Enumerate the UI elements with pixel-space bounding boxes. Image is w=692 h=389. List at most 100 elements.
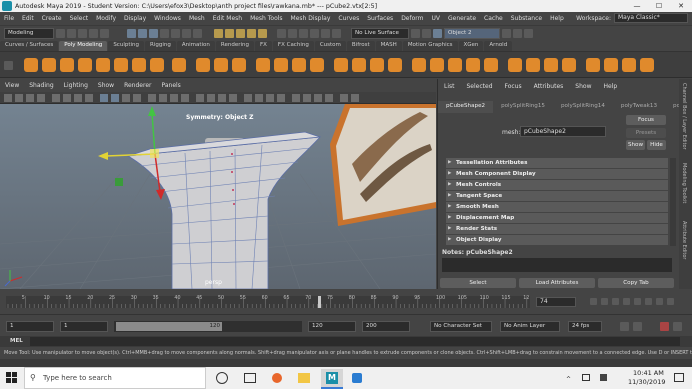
viewport-menu-shading[interactable]: Shading [24, 82, 58, 89]
select-hierarchy-icon[interactable] [127, 29, 136, 38]
history-icon[interactable] [277, 29, 286, 38]
load-attributes-button[interactable]: Load Attributes [519, 278, 595, 288]
viewport-menu-view[interactable]: View [0, 82, 24, 89]
hide-button[interactable]: Hide [647, 140, 666, 150]
section-displacement-map[interactable]: Displacement Map [446, 213, 668, 223]
key-icon[interactable] [633, 322, 642, 331]
menu-mesh-display[interactable]: Mesh Display [287, 15, 335, 22]
face-mask-icon[interactable] [182, 29, 191, 38]
poly-sphere-icon[interactable] [24, 58, 38, 72]
maximize-button[interactable]: ☐ [648, 0, 670, 12]
live-surface-field[interactable]: No Live Surface [351, 28, 409, 39]
shelf-tab-animation[interactable]: Animation [176, 41, 215, 51]
ae-menu-attributes[interactable]: Attributes [534, 83, 564, 90]
multi-cut-icon[interactable] [448, 58, 462, 72]
uv-editor-icon[interactable] [586, 58, 600, 72]
anim-layer-dropdown[interactable]: No Anim Layer [500, 321, 560, 332]
menu-deform[interactable]: Deform [397, 15, 427, 22]
go-to-end-icon[interactable] [667, 298, 674, 305]
render-settings-icon[interactable] [332, 29, 341, 38]
fill-hole-icon[interactable] [430, 58, 444, 72]
notes-field[interactable] [442, 258, 672, 272]
taskbar-search-box[interactable]: ⚲ Type here to search [24, 367, 206, 389]
construction-history-icon[interactable] [288, 29, 297, 38]
step-forward-key-icon[interactable] [656, 298, 663, 305]
focus-button[interactable]: Focus [626, 115, 666, 125]
poly-torus-icon[interactable] [96, 58, 110, 72]
vertex-mask-icon[interactable] [160, 29, 169, 38]
current-frame-field[interactable]: 74 [536, 297, 576, 307]
platonic-solid-icon[interactable] [150, 58, 164, 72]
symmetry-icon[interactable] [411, 29, 420, 38]
range-slider-handle[interactable]: 120 [116, 322, 222, 331]
network-icon[interactable] [582, 374, 590, 381]
shelf-tab-mash[interactable]: MASH [375, 41, 402, 51]
bevel-icon[interactable] [388, 58, 402, 72]
uv-mask-icon[interactable] [193, 29, 202, 38]
edge-mask-icon[interactable] [171, 29, 180, 38]
viewport-toolbar-icons[interactable] [0, 92, 436, 104]
menu-edit[interactable]: Edit [18, 15, 38, 22]
menu-file[interactable]: File [0, 15, 18, 22]
menu-create[interactable]: Create [38, 15, 66, 22]
snap-view-plane-icon[interactable] [247, 29, 256, 38]
anim-end-field[interactable]: 200 [362, 321, 410, 332]
start-time-field[interactable]: 1 [6, 321, 54, 332]
range-slider-bar[interactable]: 120 [114, 321, 302, 332]
menu-edit-mesh[interactable]: Edit Mesh [209, 15, 246, 22]
ae-scrollbar[interactable] [670, 158, 676, 246]
append-to-polygon-icon[interactable] [412, 58, 426, 72]
ae-tab-polysplitring14[interactable]: polySplitRing14 [553, 101, 613, 113]
redo-icon[interactable] [100, 29, 109, 38]
slide-edge-icon[interactable] [562, 58, 576, 72]
shelf-tab-bifrost[interactable]: Bifrost [346, 41, 375, 51]
ipr-render-icon[interactable] [321, 29, 330, 38]
clock-date[interactable]: 11/30/2019 [628, 378, 665, 386]
extrude-icon[interactable] [352, 58, 366, 72]
open-scene-icon[interactable] [67, 29, 76, 38]
menu-select[interactable]: Select [66, 15, 93, 22]
step-forward-frame-icon[interactable] [645, 298, 652, 305]
quad-draw-icon[interactable] [508, 58, 522, 72]
show-button[interactable]: Show [626, 140, 645, 150]
combine-icon[interactable] [256, 58, 270, 72]
svg-icon[interactable] [232, 58, 246, 72]
preferences-icon[interactable] [673, 322, 682, 331]
render-view-icon[interactable] [299, 29, 308, 38]
ae-menu-show[interactable]: Show [575, 83, 591, 90]
offset-edge-loop-icon[interactable] [544, 58, 558, 72]
section-smooth-mesh[interactable]: Smooth Mesh [446, 202, 668, 212]
menu-modify[interactable]: Modify [92, 15, 120, 22]
range-end-field[interactable]: 120 [308, 321, 356, 332]
side-tab-attribute-editor[interactable]: Attribute Editor [681, 221, 687, 259]
poly-type-icon[interactable] [214, 58, 228, 72]
ae-menu-list[interactable]: List [444, 83, 455, 90]
workspace-dropdown[interactable]: Maya Classic* [614, 13, 688, 23]
mirror-icon[interactable] [292, 58, 306, 72]
sign-in-icon[interactable] [502, 29, 511, 38]
section-tangent-space[interactable]: Tangent Space [446, 191, 668, 201]
menu-help[interactable]: Help [546, 15, 568, 22]
step-back-frame-icon[interactable] [612, 298, 619, 305]
ae-menu-help[interactable]: Help [603, 83, 617, 90]
show-hidden-icons-icon[interactable]: ^ [566, 376, 571, 383]
poly-disc-icon[interactable] [132, 58, 146, 72]
auto-key-icon[interactable] [660, 322, 669, 331]
volume-icon[interactable] [600, 374, 607, 381]
copy-tab-button[interactable]: Copy Tab [598, 278, 674, 288]
task-view-icon[interactable] [244, 373, 256, 383]
sweep-mesh-icon[interactable] [196, 58, 210, 72]
insert-edge-loop-icon[interactable] [526, 58, 540, 72]
ae-menu-selected[interactable]: Selected [467, 83, 493, 90]
poly-cube-icon[interactable] [42, 58, 56, 72]
menu-display[interactable]: Display [120, 15, 150, 22]
smooth-icon[interactable] [310, 58, 324, 72]
menu-windows[interactable]: Windows [150, 15, 185, 22]
toggle-channel-box-icon[interactable] [524, 29, 533, 38]
mesh-name-field[interactable]: pCubeShape2 [520, 126, 606, 137]
character-set-dropdown[interactable]: No Character Set [430, 321, 492, 332]
step-back-key-icon[interactable] [601, 298, 608, 305]
target-weld-icon[interactable] [466, 58, 480, 72]
menu-generate[interactable]: Generate [444, 15, 480, 22]
shelf-tab-rendering[interactable]: Rendering [215, 41, 254, 51]
